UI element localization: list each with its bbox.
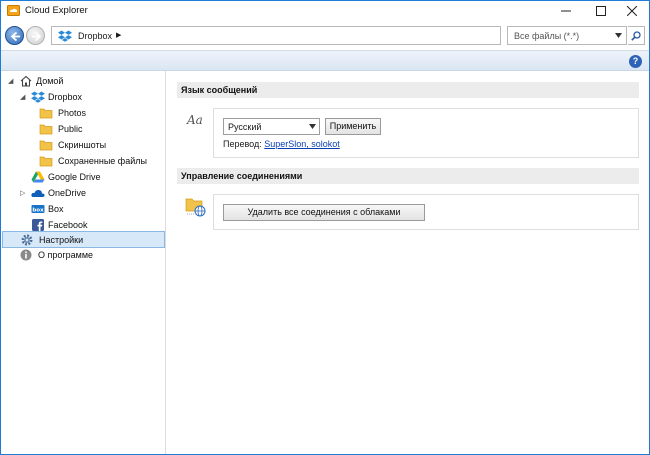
tree-item-label: Public <box>58 124 83 134</box>
apply-button[interactable]: Применить <box>325 118 381 135</box>
tree-item-label: Настройки <box>39 235 84 245</box>
dropbox-icon <box>58 30 72 42</box>
breadcrumb-chevron-icon[interactable]: ▶ <box>116 31 121 39</box>
maximize-icon <box>596 6 606 16</box>
info-icon <box>20 249 32 261</box>
tree-item-about[interactable]: О программе <box>1 247 164 263</box>
onedrive-icon <box>31 189 45 197</box>
tree-item-onedrive[interactable]: ▷ OneDrive <box>1 185 164 201</box>
tree-expander-icon[interactable]: ◢ <box>20 93 25 101</box>
close-button[interactable] <box>615 1 649 21</box>
navigation-bar: Dropbox ▶ Все файлы (*.*) <box>1 21 649 50</box>
search-button[interactable] <box>628 26 645 45</box>
window-title: Cloud Explorer <box>25 5 88 16</box>
translation-credits: Перевод: SuperSlon, solokot <box>223 139 340 149</box>
translation-prefix: Перевод: <box>223 139 262 149</box>
tree-item-dropbox[interactable]: ◢ Dropbox <box>1 89 164 105</box>
folder-icon <box>39 156 53 167</box>
file-filter-dropdown[interactable]: Все файлы (*.*) <box>507 26 627 45</box>
cloud-explorer-app-icon <box>7 5 20 16</box>
tree-item-google-drive[interactable]: Google Drive <box>1 169 164 185</box>
minimize-button[interactable] <box>549 1 583 21</box>
tree-expander-icon[interactable]: ▷ <box>20 189 25 197</box>
svg-text:box: box <box>32 207 44 213</box>
section-header-connections: Управление соединениями <box>177 168 639 184</box>
network-folder-icon <box>185 198 206 217</box>
google-drive-icon <box>31 171 45 183</box>
tree-item-screenshots[interactable]: Скриншоты <box>1 137 164 153</box>
language-select-value: Русский <box>228 122 262 132</box>
folder-icon <box>39 140 53 151</box>
tree-item-label: Домой <box>36 76 64 86</box>
help-icon[interactable]: ? <box>629 55 642 68</box>
search-icon <box>631 31 641 41</box>
minimize-icon <box>561 10 571 12</box>
settings-panel: Язык сообщений Aa Русский Применить Пере… <box>167 71 649 454</box>
tree-item-label: Photos <box>58 108 87 118</box>
title-bar[interactable]: Cloud Explorer <box>1 1 649 21</box>
tree-item-box[interactable]: box Box <box>1 201 164 217</box>
folder-icon <box>39 108 53 119</box>
folder-icon <box>39 124 53 135</box>
tree-item-photos[interactable]: Photos <box>1 105 164 121</box>
gear-icon <box>21 234 33 246</box>
tree-item-label: Сохраненные файлы <box>58 156 147 166</box>
back-button[interactable] <box>5 26 24 45</box>
tree-item-label: OneDrive <box>48 188 87 198</box>
tree-item-label: Скриншоты <box>58 140 107 150</box>
address-bar[interactable]: Dropbox ▶ <box>51 26 547 45</box>
forward-button[interactable] <box>26 26 45 45</box>
file-filter-value: Все файлы (*.*) <box>514 31 580 41</box>
tree-item-label: Google Drive <box>48 172 101 182</box>
tree-item-home[interactable]: ◢ Домой <box>1 73 164 89</box>
delete-all-connections-button[interactable]: Удалить все соединения с облаками <box>223 204 425 221</box>
font-aa-icon: Aa <box>187 113 203 127</box>
section-header-language: Язык сообщений <box>177 82 639 98</box>
arrow-right-icon <box>32 31 42 42</box>
tree-item-label: Dropbox <box>48 92 83 102</box>
breadcrumb-dropbox[interactable]: Dropbox <box>78 31 112 41</box>
tree-expander-icon[interactable]: ◢ <box>8 77 13 85</box>
section-title: Язык сообщений <box>181 85 258 95</box>
chevron-down-icon <box>615 33 622 38</box>
tree-item-saved-files[interactable]: Сохраненные файлы <box>1 153 164 169</box>
dropbox-icon <box>31 91 45 103</box>
facebook-icon <box>32 219 44 231</box>
home-icon <box>20 75 32 87</box>
tree-item-settings[interactable]: Настройки <box>2 231 165 248</box>
navigation-tree: ◢ Домой ◢ Dropbox Photos Public Скриншот… <box>1 71 166 454</box>
arrow-left-icon <box>10 31 20 42</box>
tree-item-label: Facebook <box>48 220 88 230</box>
box-icon: box <box>31 205 45 213</box>
tree-item-label: О программе <box>38 250 94 260</box>
tree-item-label: Box <box>48 204 64 214</box>
tree-item-public[interactable]: Public <box>1 121 164 137</box>
section-title: Управление соединениями <box>181 171 303 181</box>
close-icon <box>627 6 637 16</box>
toolbar-strip: ? <box>1 50 649 71</box>
chevron-down-icon <box>309 124 316 129</box>
app-window: Cloud Explorer Dropbox ▶ Все файлы (*.*)… <box>0 0 650 455</box>
language-select[interactable]: Русский <box>223 118 320 135</box>
translation-authors-link[interactable]: SuperSlon, solokot <box>264 139 340 149</box>
maximize-button[interactable] <box>584 1 618 21</box>
